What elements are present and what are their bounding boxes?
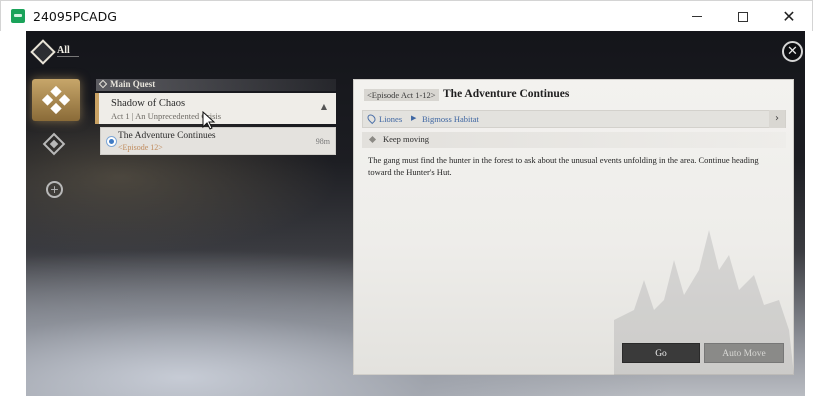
quest-item-episode: <Episode 12>	[118, 143, 163, 152]
menu-label: All	[57, 45, 70, 56]
quest-item-distance: 98m	[315, 137, 330, 146]
objective-row: Keep moving	[362, 132, 786, 148]
quest-item-name: The Adventure Continues	[118, 131, 216, 141]
quest-detail-panel: <Episode Act 1-12> The Adventure Continu…	[353, 79, 794, 375]
quest-list-item[interactable]: The Adventure Continues <Episode 12> 98m	[100, 127, 336, 155]
game-viewport: All ✕ + Main Quest Shadow of Chaos Act 1…	[26, 31, 805, 396]
compass-diamond-icon[interactable]	[42, 132, 66, 156]
quest-menu-logo-icon	[30, 39, 56, 65]
quest-group-name: Shadow of Chaos	[111, 98, 186, 109]
quest-detail-title: The Adventure Continues	[443, 88, 570, 100]
plus-circle-icon[interactable]: +	[46, 181, 63, 198]
diamond-bullet-icon	[98, 79, 108, 89]
window-titlebar: 24095PCADG ✕	[0, 0, 813, 31]
menu-label-underline	[57, 56, 79, 57]
window-border-left	[0, 31, 26, 396]
objective-text: Keep moving	[383, 134, 430, 144]
app-icon	[11, 9, 25, 23]
window-title: 24095PCADG	[33, 9, 117, 24]
minimize-button[interactable]	[674, 1, 720, 32]
rail-tab-quests[interactable]	[32, 79, 80, 121]
window-border-bottom	[0, 396, 813, 400]
menu-close-button[interactable]: ✕	[782, 41, 803, 62]
chevron-up-icon[interactable]: ▲	[321, 102, 327, 111]
location-pin-icon	[365, 112, 378, 125]
location-navigate-button[interactable]: ›	[769, 110, 785, 128]
window-close-button[interactable]: ✕	[766, 1, 812, 32]
location-area: Bigmoss Habitat	[422, 114, 479, 124]
minimize-icon	[692, 16, 702, 17]
auto-move-button[interactable]: Auto Move	[704, 343, 784, 363]
go-button[interactable]: Go	[622, 343, 700, 363]
location-separator-icon: ▶	[411, 114, 417, 122]
window-border-right	[805, 31, 813, 396]
location-row[interactable]: Liones ▶ Bigmoss Habitat ›	[362, 110, 786, 128]
mouse-cursor-icon	[202, 111, 216, 130]
tracked-quest-radio-icon	[106, 136, 117, 147]
quest-section-label: Main Quest	[110, 79, 156, 89]
episode-tag: <Episode Act 1-12>	[364, 89, 439, 101]
quest-description: The gang must find the hunter in the for…	[368, 155, 759, 177]
objective-diamond-icon	[368, 135, 377, 144]
location-region: Liones	[379, 114, 403, 124]
maximize-button[interactable]	[720, 1, 766, 32]
quest-section-header: Main Quest	[96, 79, 336, 91]
maximize-icon	[738, 11, 748, 22]
quest-category-icon	[41, 85, 71, 115]
